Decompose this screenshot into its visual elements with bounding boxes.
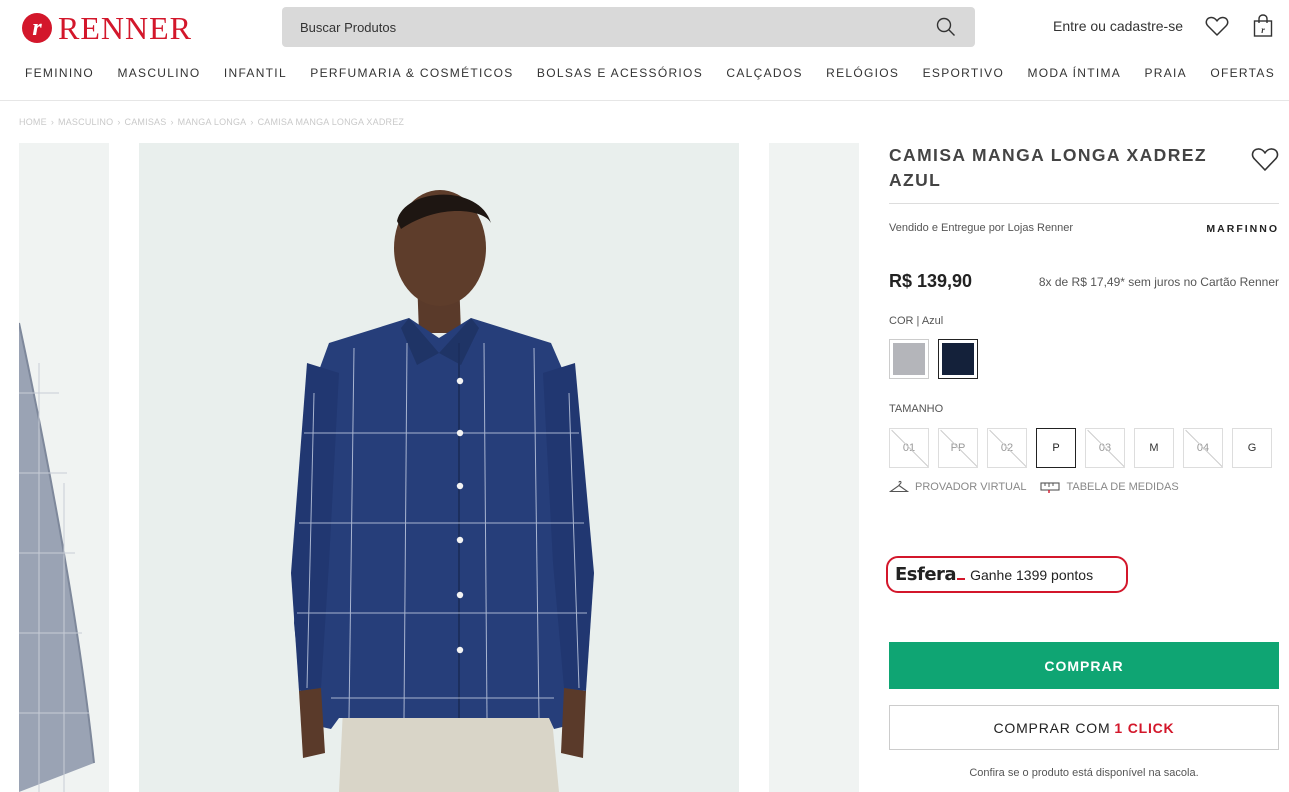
size-option-01[interactable]: 01 <box>889 428 929 468</box>
breadcrumb-separator: › <box>170 117 174 127</box>
buy-one-click-highlight: 1 CLICK <box>1114 719 1175 736</box>
nav-item-ofertas[interactable]: OFERTAS <box>1210 66 1275 80</box>
buy-one-click-button[interactable]: COMPRAR COM 1 CLICK <box>889 705 1279 750</box>
size-tools: PROVADOR VIRTUAL TABELA DE MEDIDAS <box>889 480 1179 494</box>
renner-logo-mark: r <box>22 13 52 43</box>
nav-item-esportivo[interactable]: ESPORTIVO <box>923 66 1005 80</box>
nav-item-moda-intima[interactable]: MODA ÍNTIMA <box>1027 66 1121 80</box>
hanger-icon <box>889 480 909 493</box>
product-price: R$ 139,90 <box>889 271 973 291</box>
virtual-fitting-link[interactable]: PROVADOR VIRTUAL <box>889 480 1026 494</box>
breadcrumb-masculino[interactable]: MASCULINO <box>58 117 113 127</box>
search-input[interactable] <box>300 19 935 35</box>
size-option-m[interactable]: M <box>1134 428 1174 468</box>
availability-note: Confira se o produto está disponível na … <box>969 767 1199 779</box>
search-icon[interactable] <box>935 16 957 38</box>
esfera-logo: Esfera <box>895 564 966 585</box>
gallery-next-image[interactable] <box>769 143 859 792</box>
header-divider <box>0 100 1289 101</box>
breadcrumb-manga-longa[interactable]: MANGA LONGA <box>178 117 247 127</box>
sold-by-text: Vendido e Entregue por Lojas Renner <box>889 222 1074 234</box>
breadcrumb-separator: › <box>117 117 121 127</box>
size-selector: 01 PP 02 P 03 M 04 G <box>889 428 1272 468</box>
nav-item-calcados[interactable]: CALÇADOS <box>726 66 802 80</box>
title-divider <box>889 203 1279 204</box>
breadcrumb-home[interactable]: HOME <box>19 117 47 127</box>
color-swatch-blue[interactable] <box>938 339 978 379</box>
svg-text:r: r <box>1261 25 1265 35</box>
nav-item-infantil[interactable]: INFANTIL <box>224 66 287 80</box>
buy-button[interactable]: COMPRAR <box>889 642 1279 689</box>
renner-logo-text: RENNER <box>58 10 192 46</box>
swatch-fill-gray <box>893 343 925 375</box>
renner-logo[interactable]: r RENNER <box>22 12 192 44</box>
color-swatches <box>889 339 978 379</box>
color-value: Azul <box>921 315 944 327</box>
breadcrumb-camisas[interactable]: CAMISAS <box>125 117 167 127</box>
esfera-points-badge: Esfera Ganhe 1399 pontos <box>886 556 1128 593</box>
nav-item-perfumaria[interactable]: PERFUMARIA & COSMÉTICOS <box>310 66 513 80</box>
installments-text: 8x de R$ 17,49* sem juros no Cartão Renn… <box>1038 275 1279 289</box>
size-option-g[interactable]: G <box>1232 428 1272 468</box>
gallery-previous-image[interactable] <box>19 143 109 792</box>
brand-logo[interactable]: MARFINNO <box>1206 223 1279 235</box>
nav-item-masculino[interactable]: MASCULINO <box>117 66 200 80</box>
size-label: TAMANHO <box>889 403 944 415</box>
search-bar <box>282 7 975 47</box>
nav-item-bolsas[interactable]: BOLSAS E ACESSÓRIOS <box>537 66 703 80</box>
breadcrumb-separator: › <box>50 117 55 127</box>
color-label-title: COR <box>889 315 914 327</box>
size-option-pp[interactable]: PP <box>938 428 978 468</box>
breadcrumb-separator: › <box>250 117 254 127</box>
esfera-points-text: Ganhe 1399 pontos <box>970 566 1094 583</box>
login-link[interactable]: Entre ou cadastre-se <box>1053 18 1183 34</box>
size-option-02[interactable]: 02 <box>987 428 1027 468</box>
buy-one-click-prefix: COMPRAR COM <box>993 719 1111 736</box>
size-option-p[interactable]: P <box>1036 428 1076 468</box>
color-swatch-gray[interactable] <box>889 339 929 379</box>
ruler-icon <box>1040 482 1061 493</box>
nav-item-feminino[interactable]: FEMININO <box>25 66 94 80</box>
size-chart-link[interactable]: TABELA DE MEDIDAS <box>1040 480 1179 494</box>
swatch-fill-blue <box>942 343 974 375</box>
breadcrumb-current: CAMISA MANGA LONGA XADREZ <box>257 117 405 127</box>
nav-item-relogios[interactable]: RELÓGIOS <box>826 66 899 80</box>
header-actions: Entre ou cadastre-se r <box>1053 14 1275 38</box>
nav-item-praia[interactable]: PRAIA <box>1144 66 1187 80</box>
size-chart-label: TABELA DE MEDIDAS <box>1066 481 1179 493</box>
heart-icon[interactable] <box>1205 14 1229 38</box>
main-nav: FEMININO MASCULINO INFANTIL PERFUMARIA &… <box>0 66 1289 80</box>
virtual-fitting-label: PROVADOR VIRTUAL <box>915 481 1027 493</box>
color-label: COR | Azul <box>889 315 943 327</box>
product-details: CAMISA MANGA LONGA XADREZ AZUL Vendido e… <box>886 143 1279 779</box>
size-option-03[interactable]: 03 <box>1085 428 1125 468</box>
shopping-bag-icon[interactable]: r <box>1251 14 1275 38</box>
size-option-04[interactable]: 04 <box>1183 428 1223 468</box>
breadcrumb: HOME › MASCULINO › CAMISAS › MANGA LONGA › C… <box>19 117 404 127</box>
product-main-image[interactable] <box>139 143 739 792</box>
product-title: CAMISA MANGA LONGA XADREZ AZUL <box>889 145 1207 190</box>
favorite-heart-icon[interactable] <box>1251 146 1279 172</box>
